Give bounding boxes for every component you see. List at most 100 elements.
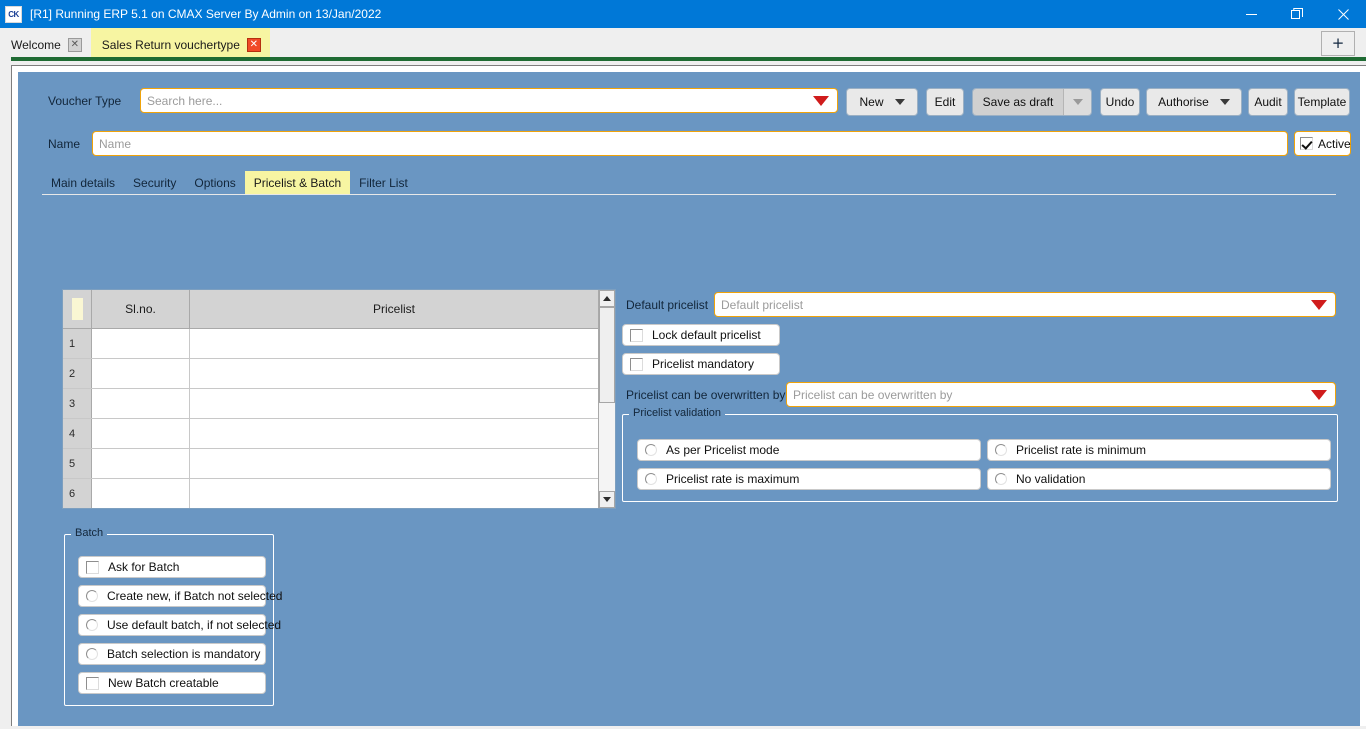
- table-row[interactable]: 6: [63, 479, 598, 508]
- new-batch-creatable-label: New Batch creatable: [108, 676, 219, 690]
- table-row[interactable]: 1: [63, 329, 598, 359]
- radio-icon[interactable]: [645, 444, 657, 456]
- save-as-draft-button[interactable]: Save as draft: [972, 88, 1092, 116]
- form-canvas: Voucher Type Search here... Name Name Ne…: [18, 72, 1360, 726]
- pricelist-grid-header: Sl.no. Pricelist: [63, 290, 598, 329]
- radio-create-new-if-batch-not-selected[interactable]: Create new, if Batch not selected: [78, 585, 282, 607]
- table-row[interactable]: 4: [63, 419, 598, 449]
- checkbox-icon[interactable]: [1300, 137, 1313, 150]
- checkbox-icon[interactable]: [86, 560, 99, 574]
- voucher-type-label: Voucher Type: [48, 94, 122, 108]
- name-input[interactable]: Name: [92, 131, 1288, 156]
- lock-default-pricelist-label: Lock default pricelist: [652, 328, 761, 342]
- audit-button[interactable]: Audit: [1248, 88, 1288, 116]
- active-checkbox[interactable]: Active: [1294, 131, 1351, 156]
- chevron-down-icon[interactable]: [1311, 299, 1327, 310]
- radio-icon[interactable]: [86, 590, 98, 602]
- restore-button[interactable]: [1274, 0, 1320, 28]
- cell-slno[interactable]: [92, 329, 190, 358]
- cell-pricelist[interactable]: [190, 419, 598, 448]
- radio-icon[interactable]: [645, 473, 657, 485]
- tab-filter-list[interactable]: Filter List: [350, 171, 417, 194]
- tab-pricelist-and-batch[interactable]: Pricelist & Batch: [244, 171, 351, 194]
- radio-icon[interactable]: [995, 473, 1007, 485]
- column-header-pricelist[interactable]: Pricelist: [190, 290, 598, 328]
- voucher-type-placeholder: Search here...: [147, 93, 223, 108]
- radio-no-validation[interactable]: No validation: [987, 468, 1331, 490]
- grid-select-all-cell[interactable]: [63, 290, 92, 328]
- batch-group: Batch Ask for Batch Create new, if Batch…: [64, 527, 282, 706]
- document-tabstrip: Welcome ✕ Sales Return vouchertype ✕ +: [0, 28, 1366, 61]
- grid-vertical-scrollbar[interactable]: [598, 290, 615, 508]
- window-controls: [1228, 0, 1366, 28]
- batch-legend: Batch: [71, 527, 108, 539]
- ask-for-batch-checkbox[interactable]: Ask for Batch: [78, 556, 266, 578]
- scrollbar-track[interactable]: [599, 307, 615, 491]
- radio-icon[interactable]: [86, 619, 98, 631]
- cell-pricelist[interactable]: [190, 359, 598, 388]
- table-row[interactable]: 3: [63, 389, 598, 419]
- overwritten-by-placeholder: Pricelist can be overwritten by: [793, 387, 953, 402]
- cell-slno[interactable]: [92, 479, 190, 508]
- name-placeholder: Name: [99, 136, 132, 151]
- radio-icon[interactable]: [995, 444, 1007, 456]
- save-as-draft-label[interactable]: Save as draft: [973, 89, 1063, 115]
- cell-pricelist[interactable]: [190, 389, 598, 418]
- radio-as-per-pricelist-mode[interactable]: As per Pricelist mode: [637, 439, 981, 461]
- chevron-down-icon: [1219, 99, 1230, 105]
- save-as-draft-dropdown[interactable]: [1063, 89, 1091, 115]
- scrollbar-thumb[interactable]: [599, 307, 615, 403]
- column-header-slno[interactable]: Sl.no.: [92, 290, 190, 328]
- cell-slno[interactable]: [92, 359, 190, 388]
- scroll-up-icon[interactable]: [599, 290, 615, 307]
- radio-icon[interactable]: [86, 648, 98, 660]
- tab-options[interactable]: Options: [185, 171, 244, 194]
- close-icon[interactable]: ✕: [246, 37, 261, 52]
- default-pricelist-label: Default pricelist: [626, 298, 709, 312]
- overwritten-by-label: Pricelist can be overwritten by: [626, 388, 786, 402]
- checkbox-icon[interactable]: [630, 357, 643, 371]
- edit-button[interactable]: Edit: [926, 88, 964, 116]
- tab-security[interactable]: Security: [124, 171, 185, 194]
- checkbox-icon[interactable]: [630, 328, 643, 342]
- radio-label: As per Pricelist mode: [666, 443, 780, 457]
- template-button[interactable]: Template: [1294, 88, 1350, 116]
- radio-pricelist-rate-is-maximum[interactable]: Pricelist rate is maximum: [637, 468, 981, 490]
- scroll-down-icon[interactable]: [599, 491, 615, 508]
- lock-default-pricelist-checkbox[interactable]: Lock default pricelist: [622, 324, 780, 346]
- cell-slno[interactable]: [92, 389, 190, 418]
- cell-pricelist[interactable]: [190, 479, 598, 508]
- overwritten-by-dropdown[interactable]: Pricelist can be overwritten by: [786, 382, 1336, 407]
- authorise-button[interactable]: Authorise: [1146, 88, 1242, 116]
- pricelist-mandatory-checkbox[interactable]: Pricelist mandatory: [622, 353, 780, 375]
- new-tab-button[interactable]: +: [1321, 31, 1355, 56]
- tab-main-details[interactable]: Main details: [42, 171, 124, 194]
- radio-batch-selection-is-mandatory[interactable]: Batch selection is mandatory: [78, 643, 266, 665]
- pricelist-mandatory-label: Pricelist mandatory: [652, 357, 755, 371]
- table-row[interactable]: 5: [63, 449, 598, 479]
- checkbox-icon[interactable]: [86, 676, 99, 690]
- voucher-type-input[interactable]: Search here...: [140, 88, 838, 113]
- cell-slno[interactable]: [92, 449, 190, 478]
- default-pricelist-dropdown[interactable]: Default pricelist: [714, 292, 1336, 317]
- cell-pricelist[interactable]: [190, 449, 598, 478]
- chevron-down-icon[interactable]: [813, 95, 829, 106]
- radio-label: Use default batch, if not selected: [107, 618, 282, 632]
- cell-slno[interactable]: [92, 419, 190, 448]
- section-tabs: Main details Security Options Pricelist …: [42, 171, 1336, 195]
- chevron-down-icon[interactable]: [1311, 389, 1327, 400]
- minimize-button[interactable]: [1228, 0, 1274, 28]
- undo-button[interactable]: Undo: [1100, 88, 1140, 116]
- radio-pricelist-rate-is-minimum[interactable]: Pricelist rate is minimum: [987, 439, 1331, 461]
- ask-for-batch-label: Ask for Batch: [108, 560, 180, 574]
- close-button[interactable]: [1320, 0, 1366, 28]
- pricelist-validation-group: Pricelist validation As per Pricelist mo…: [622, 407, 1338, 502]
- new-batch-creatable-checkbox[interactable]: New Batch creatable: [78, 672, 266, 694]
- window-title: [R1] Running ERP 5.1 on CMAX Server By A…: [30, 7, 382, 21]
- new-button[interactable]: New: [846, 88, 918, 116]
- app-window-frame: Voucher Type Search here... Name Name Ne…: [11, 65, 1366, 726]
- table-row[interactable]: 2: [63, 359, 598, 389]
- close-icon[interactable]: ✕: [67, 37, 82, 52]
- radio-use-default-batch[interactable]: Use default batch, if not selected: [78, 614, 281, 636]
- cell-pricelist[interactable]: [190, 329, 598, 358]
